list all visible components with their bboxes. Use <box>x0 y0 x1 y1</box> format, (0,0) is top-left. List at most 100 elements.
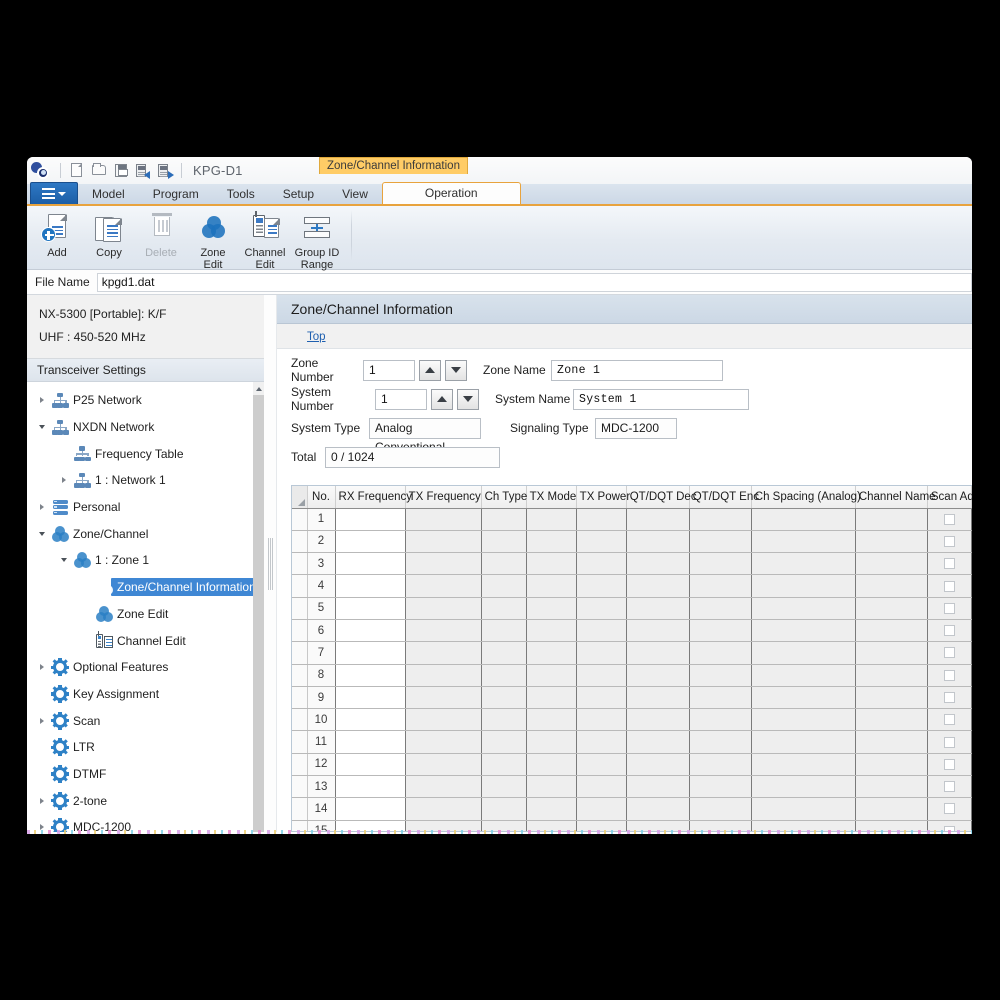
tree-expander[interactable] <box>35 798 49 804</box>
cell-ch-type[interactable] <box>481 553 526 575</box>
cell-tx-frequency[interactable] <box>405 709 481 731</box>
cell-tx-power[interactable] <box>576 709 626 731</box>
cell-ch-spacing[interactable] <box>751 798 855 820</box>
cell-channel-name[interactable] <box>855 753 927 775</box>
splitter-grip[interactable] <box>268 538 273 590</box>
cell-no[interactable]: 7 <box>307 642 335 664</box>
table-row[interactable]: 12 <box>292 753 972 775</box>
scrollbar-thumb[interactable] <box>253 395 264 832</box>
scan-add-checkbox[interactable] <box>944 714 955 725</box>
scan-add-checkbox[interactable] <box>944 670 955 681</box>
table-row[interactable]: 7 <box>292 642 972 664</box>
tab-model[interactable]: Model <box>78 184 139 204</box>
cell-channel-name[interactable] <box>855 709 927 731</box>
table-row[interactable]: 4 <box>292 575 972 597</box>
cell-channel-name[interactable] <box>855 508 927 530</box>
col-scan-add[interactable]: Scan Add <box>927 486 971 508</box>
cell-tx-frequency[interactable] <box>405 776 481 798</box>
cell-tx-power[interactable] <box>576 664 626 686</box>
cell-channel-name[interactable] <box>855 553 927 575</box>
cell-tx-mode[interactable] <box>526 553 576 575</box>
cell-qtdqt-enc[interactable] <box>689 553 751 575</box>
cell-scan-add[interactable] <box>927 597 971 619</box>
cell-qtdqt-dec[interactable] <box>626 731 689 753</box>
scan-add-checkbox[interactable] <box>944 514 955 525</box>
cell-tx-mode[interactable] <box>526 686 576 708</box>
cell-tx-mode[interactable] <box>526 575 576 597</box>
col-tx-mode[interactable]: TX Mode <box>526 486 576 508</box>
cell-channel-name[interactable] <box>855 575 927 597</box>
row-select-cell[interactable] <box>292 619 307 641</box>
cell-rx-frequency[interactable] <box>335 508 405 530</box>
cell-scan-add[interactable] <box>927 753 971 775</box>
pane-splitter[interactable] <box>264 295 277 832</box>
cell-tx-mode[interactable] <box>526 619 576 641</box>
cell-no[interactable]: 12 <box>307 753 335 775</box>
cell-qtdqt-enc[interactable] <box>689 575 751 597</box>
cell-tx-power[interactable] <box>576 731 626 753</box>
cell-scan-add[interactable] <box>927 642 971 664</box>
table-row[interactable]: 1 <box>292 508 972 530</box>
cell-rx-frequency[interactable] <box>335 575 405 597</box>
cell-no[interactable]: 1 <box>307 508 335 530</box>
cell-qtdqt-enc[interactable] <box>689 709 751 731</box>
system-name-input[interactable]: System 1 <box>573 389 749 410</box>
sidebar-item-p25-network[interactable]: P25 Network <box>27 387 264 414</box>
cell-qtdqt-enc[interactable] <box>689 664 751 686</box>
cell-no[interactable]: 13 <box>307 776 335 798</box>
cell-qtdqt-dec[interactable] <box>626 776 689 798</box>
cell-tx-power[interactable] <box>576 642 626 664</box>
cell-ch-spacing[interactable] <box>751 776 855 798</box>
cell-tx-mode[interactable] <box>526 642 576 664</box>
cell-channel-name[interactable] <box>855 619 927 641</box>
cell-rx-frequency[interactable] <box>335 798 405 820</box>
row-select-cell[interactable] <box>292 508 307 530</box>
tree-expander[interactable] <box>35 397 49 403</box>
row-select-cell[interactable] <box>292 776 307 798</box>
cell-qtdqt-dec[interactable] <box>626 709 689 731</box>
cell-tx-mode[interactable] <box>526 530 576 552</box>
cell-tx-mode[interactable] <box>526 753 576 775</box>
cell-no[interactable]: 10 <box>307 709 335 731</box>
sidebar-item-nxdn-network[interactable]: NXDN Network <box>27 414 264 441</box>
cell-tx-mode[interactable] <box>526 709 576 731</box>
cell-qtdqt-enc[interactable] <box>689 731 751 753</box>
system-number-input[interactable]: 1 <box>375 389 427 410</box>
open-file-icon[interactable] <box>89 160 109 181</box>
cell-ch-spacing[interactable] <box>751 731 855 753</box>
cell-ch-type[interactable] <box>481 530 526 552</box>
cell-channel-name[interactable] <box>855 530 927 552</box>
cell-tx-power[interactable] <box>576 530 626 552</box>
tree-expander[interactable] <box>35 664 49 670</box>
cell-ch-spacing[interactable] <box>751 553 855 575</box>
cell-qtdqt-dec[interactable] <box>626 597 689 619</box>
read-from-transceiver-icon[interactable] <box>133 160 153 181</box>
cell-tx-power[interactable] <box>576 619 626 641</box>
tab-setup[interactable]: Setup <box>269 184 328 204</box>
col-rx-frequency[interactable]: RX Frequency <box>335 486 405 508</box>
row-select-cell[interactable] <box>292 530 307 552</box>
cell-rx-frequency[interactable] <box>335 642 405 664</box>
cell-qtdqt-dec[interactable] <box>626 798 689 820</box>
cell-tx-mode[interactable] <box>526 664 576 686</box>
cell-qtdqt-dec[interactable] <box>626 508 689 530</box>
cell-ch-spacing[interactable] <box>751 642 855 664</box>
cell-scan-add[interactable] <box>927 530 971 552</box>
cell-tx-power[interactable] <box>576 575 626 597</box>
copy-button[interactable]: Copy <box>83 211 135 271</box>
save-file-icon[interactable] <box>111 160 131 181</box>
cell-qtdqt-enc[interactable] <box>689 686 751 708</box>
col-ch-spacing[interactable]: Ch Spacing (Analog) <box>751 486 855 508</box>
scan-add-checkbox[interactable] <box>944 581 955 592</box>
sidebar-item-personal[interactable]: Personal <box>27 494 264 521</box>
cell-scan-add[interactable] <box>927 619 971 641</box>
tree-expander[interactable] <box>35 718 49 724</box>
sidebar-item-1-zone-1[interactable]: 1 : Zone 1 <box>27 547 264 574</box>
cell-tx-mode[interactable] <box>526 731 576 753</box>
grid-select-all-corner[interactable] <box>292 486 307 508</box>
cell-tx-power[interactable] <box>576 597 626 619</box>
scan-add-checkbox[interactable] <box>944 558 955 569</box>
col-ch-type[interactable]: Ch Type <box>481 486 526 508</box>
cell-qtdqt-dec[interactable] <box>626 642 689 664</box>
sidebar-item-zone-edit[interactable]: Zone Edit <box>27 601 264 628</box>
